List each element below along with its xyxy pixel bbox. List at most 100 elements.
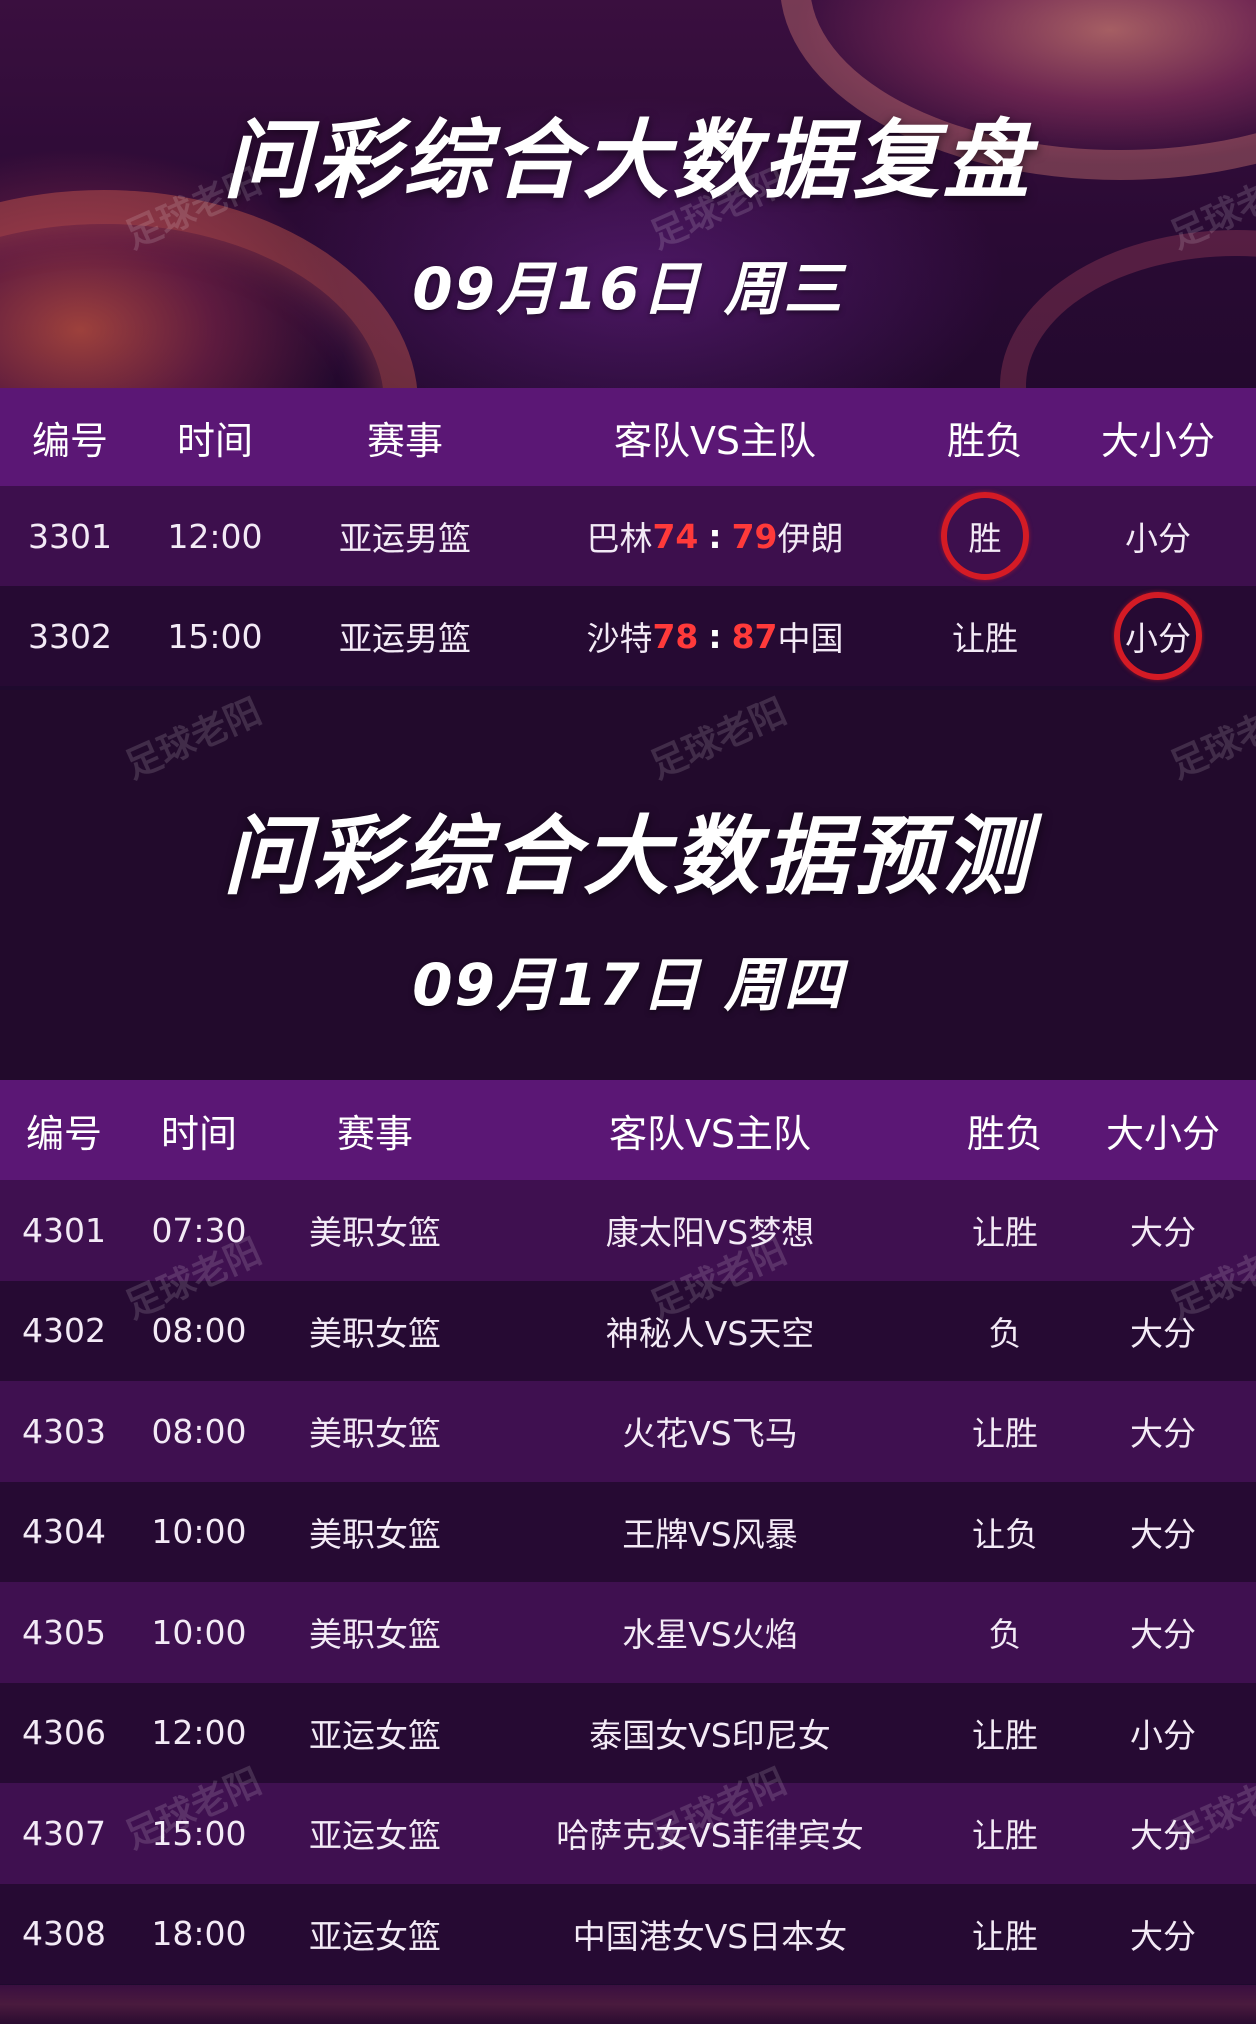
header-match: 客队VS主队 bbox=[608, 1111, 812, 1156]
table-row: 4302 08:00 美职女篮 神秘人VS天空 负 大分 bbox=[0, 1280, 1256, 1381]
cell-id: 4302 bbox=[22, 1311, 106, 1351]
footer-decor bbox=[0, 1985, 1256, 2024]
home-team: 伊朗 bbox=[777, 519, 844, 558]
away-team: 巴林 bbox=[586, 519, 653, 558]
score-separator: : bbox=[708, 616, 722, 656]
cell-result: 胜 bbox=[910, 486, 1060, 586]
cell-result: 让胜 bbox=[972, 1715, 1038, 1755]
cell-total: 大分 bbox=[1130, 1816, 1196, 1856]
table-row: 4305 10:00 美职女篮 水星VS火焰 负 大分 bbox=[0, 1582, 1256, 1683]
cell-id: 4304 bbox=[22, 1512, 106, 1552]
cell-result: 让胜 bbox=[972, 1213, 1038, 1253]
table-row: 4308 18:00 亚运女篮 中国港女VS日本女 让胜 大分 bbox=[0, 1883, 1256, 1984]
cell-id: 3301 bbox=[28, 516, 112, 556]
cell-time: 10:00 bbox=[151, 1612, 247, 1652]
cell-total: 大分 bbox=[1130, 1514, 1196, 1554]
cell-total: 大分 bbox=[1130, 1213, 1196, 1253]
home-score: 87 bbox=[731, 616, 778, 656]
away-team: 沙特 bbox=[586, 619, 653, 658]
cell-league: 亚运女篮 bbox=[309, 1715, 441, 1755]
home-team: 中国 bbox=[777, 619, 844, 658]
cell-id: 3302 bbox=[28, 616, 112, 656]
header-total: 大小分 bbox=[1100, 418, 1215, 463]
cell-id: 4303 bbox=[22, 1411, 106, 1451]
table-row: 4304 10:00 美职女篮 王牌VS风暴 让负 大分 bbox=[0, 1481, 1256, 1582]
cell-league: 亚运女篮 bbox=[309, 1916, 441, 1956]
cell-total: 大分 bbox=[1130, 1916, 1196, 1956]
cell-time: 10:00 bbox=[151, 1512, 247, 1552]
cell-total: 小分 bbox=[1125, 519, 1191, 558]
cell-league: 美职女篮 bbox=[309, 1615, 441, 1655]
table-header: 编号 时间 赛事 客队VS主队 胜负 大小分 bbox=[0, 1080, 1256, 1180]
forecast-date: 09月17日 周四 bbox=[412, 951, 844, 1019]
cell-match: 泰国女VS印尼女 bbox=[589, 1715, 831, 1755]
cell-match: 沙特 78 : 87 中国 bbox=[520, 586, 910, 686]
review-table: 编号 时间 赛事 客队VS主队 胜负 大小分 3301 12:00 亚运男篮 巴… bbox=[0, 388, 1256, 686]
header-total: 大小分 bbox=[1105, 1111, 1220, 1156]
page: 问彩综合大数据复盘 09月16日 周三 编号 时间 赛事 客队VS主队 胜负 大… bbox=[0, 0, 1256, 2024]
review-date: 09月16日 周三 bbox=[412, 255, 844, 323]
cell-result: 负 bbox=[988, 1615, 1022, 1655]
cell-time: 08:00 bbox=[151, 1311, 247, 1351]
cell-time: 12:00 bbox=[151, 1713, 247, 1753]
cell-result: 负 bbox=[988, 1313, 1022, 1353]
away-score: 78 bbox=[652, 616, 699, 656]
cell-result: 让胜 bbox=[972, 1816, 1038, 1856]
cell-id: 4306 bbox=[22, 1713, 106, 1753]
cell-id: 4308 bbox=[22, 1914, 106, 1954]
cell-time: 07:30 bbox=[151, 1210, 247, 1250]
cell-match: 神秘人VS天空 bbox=[605, 1313, 815, 1353]
cell-result: 让负 bbox=[972, 1514, 1038, 1554]
cell-result: 让胜 bbox=[972, 1916, 1038, 1956]
cell-id: 4305 bbox=[22, 1612, 106, 1652]
header-time: 时间 bbox=[160, 1111, 237, 1156]
header-id: 编号 bbox=[31, 418, 108, 463]
header-result: 胜负 bbox=[946, 418, 1023, 463]
score-separator: : bbox=[708, 516, 722, 556]
cell-time: 08:00 bbox=[151, 1411, 247, 1451]
cell-league: 亚运男篮 bbox=[339, 519, 471, 558]
cell-match: 火花VS飞马 bbox=[622, 1414, 798, 1454]
table-header: 编号 时间 赛事 客队VS主队 胜负 大小分 bbox=[0, 388, 1256, 486]
cell-time: 18:00 bbox=[151, 1914, 247, 1954]
table-row: 4307 15:00 亚运女篮 哈萨克女VS菲律宾女 让胜 大分 bbox=[0, 1783, 1256, 1884]
cell-match: 哈萨克女VS菲律宾女 bbox=[556, 1816, 864, 1856]
cell-id: 4307 bbox=[22, 1813, 106, 1853]
cell-total: 大分 bbox=[1130, 1414, 1196, 1454]
cell-id: 4301 bbox=[22, 1210, 106, 1250]
header-id: 编号 bbox=[25, 1111, 102, 1156]
cell-result: 让胜 bbox=[952, 619, 1018, 658]
cell-time: 15:00 bbox=[151, 1813, 247, 1853]
cell-league: 美职女篮 bbox=[309, 1514, 441, 1554]
cell-league: 亚运女篮 bbox=[309, 1816, 441, 1856]
cell-total: 大分 bbox=[1130, 1615, 1196, 1655]
forecast-title: 问彩综合大数据预测 bbox=[223, 807, 1033, 907]
cell-time: 15:00 bbox=[167, 616, 263, 656]
cell-league: 美职女篮 bbox=[309, 1313, 441, 1353]
cell-total: 大分 bbox=[1130, 1313, 1196, 1353]
table-row: 4306 12:00 亚运女篮 泰国女VS印尼女 让胜 小分 bbox=[0, 1682, 1256, 1783]
cell-match: 中国港女VS日本女 bbox=[572, 1916, 848, 1956]
header-match: 客队VS主队 bbox=[613, 418, 817, 463]
cell-league: 亚运男篮 bbox=[339, 619, 471, 658]
hit-circle-mark bbox=[1114, 592, 1202, 680]
cell-match: 康太阳VS梦想 bbox=[605, 1213, 815, 1253]
header-time: 时间 bbox=[176, 418, 253, 463]
table-row: 3301 12:00 亚运男篮 巴林 74 : 79 伊朗 胜 小分 bbox=[0, 486, 1256, 586]
forecast-table: 编号 时间 赛事 客队VS主队 胜负 大小分 4301 07:30 美职女篮 康太阳V… bbox=[0, 1080, 1256, 1984]
cell-total: 小分 bbox=[1060, 586, 1256, 686]
header-league: 赛事 bbox=[366, 418, 443, 463]
hit-circle-mark bbox=[941, 492, 1029, 580]
review-title: 问彩综合大数据复盘 bbox=[223, 111, 1033, 211]
cell-match: 水星VS火焰 bbox=[622, 1615, 798, 1655]
table-row: 3302 15:00 亚运男篮 沙特 78 : 87 中国 让胜 小分 bbox=[0, 586, 1256, 686]
table-row: 4301 07:30 美职女篮 康太阳VS梦想 让胜 大分 bbox=[0, 1180, 1256, 1281]
home-score: 79 bbox=[731, 516, 778, 556]
cell-league: 美职女篮 bbox=[309, 1213, 441, 1253]
header-result: 胜负 bbox=[966, 1111, 1043, 1156]
cell-match: 王牌VS风暴 bbox=[622, 1514, 798, 1554]
header-league: 赛事 bbox=[336, 1111, 413, 1156]
cell-match: 巴林 74 : 79 伊朗 bbox=[520, 486, 910, 586]
away-score: 74 bbox=[652, 516, 699, 556]
cell-total: 小分 bbox=[1130, 1715, 1196, 1755]
